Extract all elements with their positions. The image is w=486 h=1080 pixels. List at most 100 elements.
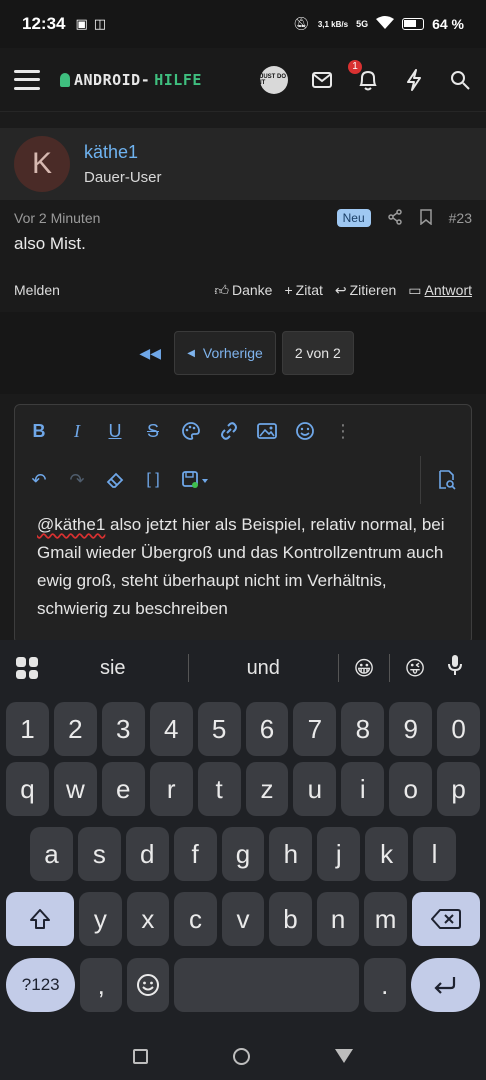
period-key[interactable]: . — [363, 958, 406, 1012]
quote-add-button[interactable]: + Zitat — [284, 282, 322, 298]
post-number[interactable]: #23 — [449, 210, 472, 226]
key-f[interactable]: f — [173, 827, 217, 881]
key-c[interactable]: c — [174, 892, 217, 946]
key-l[interactable]: l — [413, 827, 457, 881]
enter-key[interactable] — [410, 958, 480, 1012]
microphone-icon[interactable] — [440, 654, 470, 682]
bookmark-icon[interactable] — [419, 208, 433, 228]
bell-icon[interactable]: 1 — [348, 59, 380, 92]
image-icon[interactable] — [255, 419, 279, 443]
search-icon[interactable] — [448, 68, 472, 92]
key-m[interactable]: m — [364, 892, 407, 946]
symbols-key[interactable]: ?123 — [6, 958, 76, 1012]
recents-icon[interactable] — [132, 1048, 148, 1064]
key-0[interactable]: 0 — [437, 702, 481, 756]
smiley-icon[interactable] — [293, 419, 317, 443]
backspace-key[interactable] — [411, 892, 480, 946]
key-n[interactable]: n — [316, 892, 360, 946]
emoji-suggestion-2[interactable]: 😜 — [390, 656, 440, 681]
quote-button[interactable]: ↩︎ Zitieren — [335, 282, 396, 299]
previous-page-button[interactable]: ◀ Vorherige — [174, 331, 276, 375]
key-r[interactable]: r — [149, 762, 193, 816]
redo-icon[interactable]: ↷ — [65, 468, 89, 492]
onscreen-keyboard: sie und 😀 😜 1 2 3 4 5 6 7 8 9 0 q w e r … — [0, 640, 486, 1032]
save-draft-icon[interactable] — [179, 468, 215, 492]
suggestion-1[interactable]: sie — [38, 657, 188, 680]
key-o[interactable]: o — [389, 762, 433, 816]
thanks-button[interactable]: 👍︎ Danke — [214, 282, 272, 299]
key-d[interactable]: d — [125, 827, 169, 881]
undo-icon[interactable]: ↶ — [27, 468, 51, 492]
reply-button[interactable]: ▭ Antwort — [408, 282, 472, 299]
menu-icon[interactable] — [14, 69, 40, 90]
key-7[interactable]: 7 — [293, 702, 337, 756]
key-a[interactable]: a — [30, 827, 73, 881]
more-options-icon[interactable]: ⋮ — [331, 419, 355, 443]
eraser-icon[interactable] — [103, 468, 127, 492]
apps-grid-icon[interactable] — [16, 657, 38, 679]
link-icon[interactable] — [217, 419, 241, 443]
palette-icon[interactable] — [179, 419, 203, 443]
bold-icon[interactable]: B — [27, 419, 51, 443]
emoji-icon — [136, 974, 159, 996]
code-brackets-icon[interactable]: [ ] — [141, 468, 165, 492]
mention-tag[interactable]: @käthe1 — [37, 515, 105, 534]
comment-icon: ▭ — [408, 281, 422, 298]
key-4[interactable]: 4 — [149, 702, 193, 756]
key-b[interactable]: b — [269, 892, 312, 946]
key-u[interactable]: u — [293, 762, 337, 816]
key-g[interactable]: g — [221, 827, 265, 881]
number-row: 1 2 3 4 5 6 7 8 9 0 — [0, 702, 486, 756]
key-w[interactable]: w — [53, 762, 97, 816]
key-j[interactable]: j — [317, 827, 361, 881]
space-key[interactable] — [173, 958, 359, 1012]
post-time[interactable]: Vor 2 Minuten — [14, 210, 100, 226]
first-page-icon[interactable]: ◀◀ — [132, 345, 168, 362]
key-6[interactable]: 6 — [245, 702, 289, 756]
user-avatar[interactable]: JUST DO IT — [260, 65, 288, 94]
key-3[interactable]: 3 — [101, 702, 145, 756]
key-v[interactable]: v — [221, 892, 265, 946]
key-e[interactable]: e — [101, 762, 145, 816]
preview-icon[interactable] — [435, 468, 459, 492]
key-y[interactable]: y — [79, 892, 122, 946]
italic-icon[interactable]: I — [65, 419, 89, 443]
key-z[interactable]: z — [245, 762, 289, 816]
notification-icon: ▣ — [75, 16, 88, 31]
key-s[interactable]: s — [77, 827, 121, 881]
site-logo[interactable]: ANDROID- HILFE — [60, 71, 202, 89]
key-t[interactable]: t — [197, 762, 241, 816]
key-q[interactable]: q — [6, 762, 49, 816]
wifi-icon — [376, 15, 395, 33]
key-2[interactable]: 2 — [53, 702, 97, 756]
author-avatar[interactable]: K — [14, 136, 70, 192]
strikethrough-icon[interactable]: S — [141, 419, 165, 443]
app-header: ANDROID- HILFE JUST DO IT 1 — [0, 48, 486, 112]
key-5[interactable]: 5 — [197, 702, 241, 756]
emoji-key[interactable] — [127, 958, 169, 1012]
key-1[interactable]: 1 — [6, 702, 49, 756]
share-icon[interactable] — [387, 208, 403, 228]
emoji-suggestion-1[interactable]: 😀 — [339, 656, 389, 681]
underline-icon[interactable]: U — [103, 419, 127, 443]
report-button[interactable]: Melden — [14, 282, 60, 298]
comma-key[interactable]: , — [80, 958, 123, 1012]
suggestion-2[interactable]: und — [189, 657, 339, 680]
shift-key[interactable] — [6, 892, 75, 946]
key-8[interactable]: 8 — [341, 702, 385, 756]
caret-left-icon: ◀ — [187, 347, 195, 359]
bolt-icon[interactable] — [402, 68, 426, 92]
editor-content[interactable]: @käthe1 also jetzt hier als Beispiel, re… — [15, 503, 471, 623]
key-k[interactable]: k — [365, 827, 409, 881]
key-9[interactable]: 9 — [389, 702, 433, 756]
key-h[interactable]: h — [269, 827, 313, 881]
key-x[interactable]: x — [126, 892, 170, 946]
post-content: also Mist. — [14, 234, 86, 253]
key-p[interactable]: p — [437, 762, 481, 816]
back-icon[interactable] — [335, 1049, 354, 1063]
home-icon[interactable] — [232, 1047, 250, 1065]
current-page-button[interactable]: 2 von 2 — [281, 331, 354, 375]
key-i[interactable]: i — [341, 762, 385, 816]
mail-icon[interactable] — [310, 68, 334, 92]
author-name[interactable]: käthe1 — [84, 142, 162, 163]
